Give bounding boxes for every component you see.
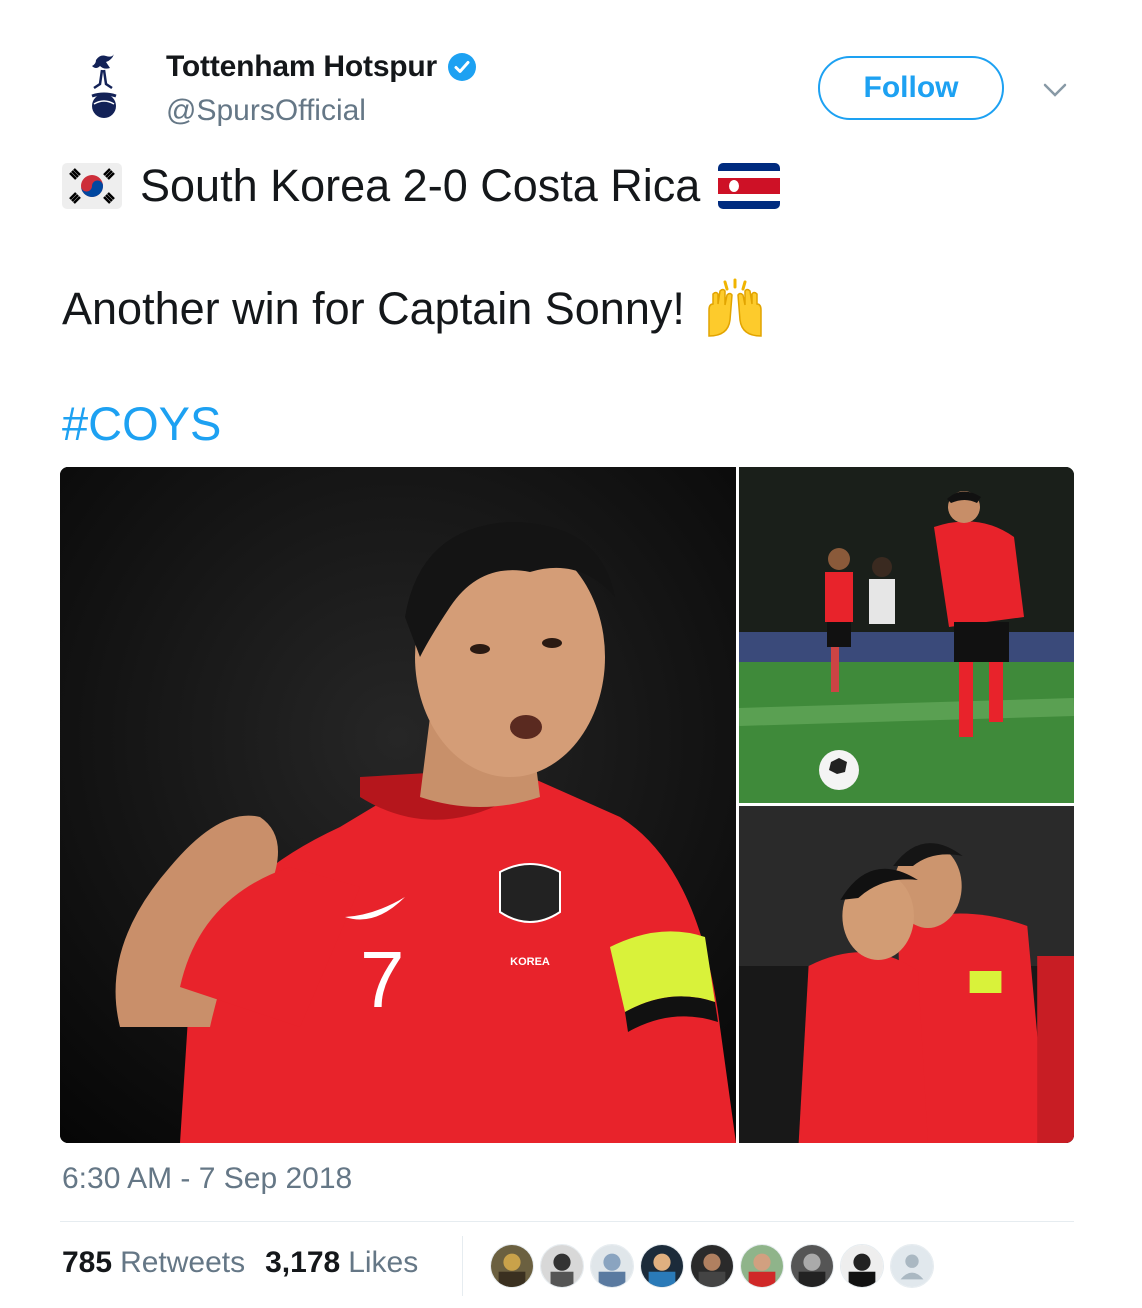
tweet-text-line-2: Another win for Captain Sonny!: [62, 283, 685, 334]
tweet-timestamp[interactable]: 6:30 AM - 7 Sep 2018: [62, 1162, 352, 1196]
verified-badge-icon: [448, 53, 477, 81]
costa-rica-flag-icon: [718, 163, 781, 209]
tweet-header: Tottenham Hotspur @SpursOfficial Follow: [0, 0, 1142, 150]
avatar[interactable]: [790, 1244, 834, 1288]
avatar[interactable]: [740, 1244, 784, 1288]
account-handle[interactable]: @SpursOfficial: [166, 94, 366, 128]
photo-top-right[interactable]: [739, 467, 1074, 803]
divider: [60, 1221, 1074, 1222]
likes-count[interactable]: 3,178: [265, 1246, 340, 1280]
photo-bottom-right[interactable]: [739, 806, 1074, 1143]
tweet-media-grid: KOREA 7: [60, 467, 1074, 1143]
liker-avatars: [490, 1244, 940, 1288]
avatar[interactable]: [890, 1244, 934, 1288]
shirt-number: 7: [360, 935, 405, 1024]
stats-separator: [462, 1236, 463, 1296]
kit-text: KOREA: [510, 956, 550, 968]
avatar[interactable]: [540, 1244, 584, 1288]
avatar[interactable]: [690, 1244, 734, 1288]
tweet-text-line-1: South Korea 2-0 Costa Rica: [140, 160, 701, 211]
tweet-line-1: South Korea 2-0 Costa Rica: [62, 160, 781, 212]
likes-label[interactable]: Likes: [348, 1246, 418, 1280]
south-korea-flag-icon: [62, 163, 122, 209]
spurs-logo-icon[interactable]: [74, 50, 138, 130]
account-name[interactable]: Tottenham Hotspur: [166, 50, 437, 84]
avatar[interactable]: [640, 1244, 684, 1288]
chevron-down-icon[interactable]: [1040, 78, 1070, 102]
photo-main[interactable]: KOREA 7: [60, 467, 736, 1143]
follow-button[interactable]: Follow: [818, 56, 1004, 120]
tweet-stats: 785 Retweets 3,178 Likes: [62, 1246, 418, 1280]
raising-hands-icon: [708, 278, 762, 337]
account-name-row: Tottenham Hotspur: [166, 50, 477, 84]
avatar[interactable]: [590, 1244, 634, 1288]
avatar[interactable]: [490, 1244, 534, 1288]
avatar[interactable]: [840, 1244, 884, 1288]
hashtag-link[interactable]: #COYS: [62, 396, 221, 451]
tweet-line-2: Another win for Captain Sonny!: [62, 278, 767, 340]
retweets-count[interactable]: 785: [62, 1246, 112, 1280]
retweets-label[interactable]: Retweets: [120, 1246, 245, 1280]
